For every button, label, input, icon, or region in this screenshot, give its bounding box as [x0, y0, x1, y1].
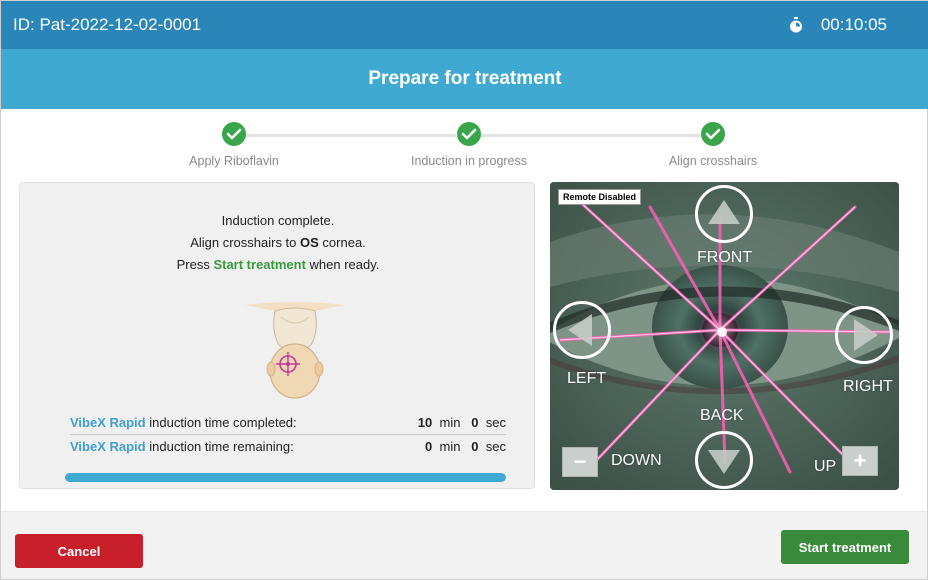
start-treatment-button[interactable]: Start treatment [781, 530, 909, 564]
action-footer: Cancel Start treatment [1, 511, 927, 579]
minus-icon: − [573, 449, 587, 474]
brand-name: VibeX Rapid [70, 415, 146, 430]
progress-fill [65, 473, 506, 482]
title-bar: Prepare for treatment [1, 49, 928, 109]
instruction-line: Induction complete. [221, 213, 335, 228]
eye-designation: OS [300, 235, 319, 250]
check-icon [222, 122, 246, 146]
eye-camera-view: Remote Disabled FRONT LEFT RIGHT BACK − … [550, 182, 899, 490]
patient-head-diagram [245, 301, 345, 401]
left-label: LEFT [567, 370, 607, 387]
step-label: Induction in progress [410, 154, 528, 168]
instruction-line: Align crosshairs to OS cornea. [190, 235, 366, 250]
front-button[interactable] [695, 185, 753, 243]
instruction-line: Press Start treatment when ready. [176, 257, 380, 272]
elapsed-timer: 00:10:05 [820, 15, 887, 34]
check-icon [701, 122, 725, 146]
remote-status-badge: Remote Disabled [558, 189, 642, 205]
instruction-text: Induction complete. Align crosshairs to … [20, 210, 536, 276]
right-label: RIGHT [843, 378, 893, 395]
plus-icon: + [853, 448, 867, 473]
left-button[interactable] [553, 301, 611, 359]
down-button[interactable]: − [562, 447, 598, 477]
check-icon [457, 122, 481, 146]
top-bar: ID: Pat-2022-12-02-0001 00:10:05 [1, 1, 928, 49]
induction-completed-row: VibeX Rapid induction time completed: 10… [70, 411, 506, 435]
right-button[interactable] [835, 306, 893, 364]
completed-time-value: 10 min 0 sec [417, 415, 506, 430]
progress-stepper: Apply Riboflavin Induction in progress A… [1, 119, 928, 175]
arrow-left-icon [568, 314, 592, 346]
page-title: Prepare for treatment [368, 68, 562, 89]
arrow-up-icon [708, 200, 740, 224]
step-label: Apply Riboflavin [189, 154, 279, 168]
arrow-right-icon [854, 319, 878, 351]
back-label: BACK [700, 407, 744, 424]
treatment-screen: ID: Pat-2022-12-02-0001 00:10:05 Prepare… [0, 0, 928, 580]
arrow-down-icon [708, 450, 740, 474]
step-align-crosshairs: Align crosshairs [623, 119, 803, 168]
front-label: FRONT [697, 249, 753, 266]
induction-remaining-row: VibeX Rapid induction time remaining: 0 … [70, 435, 506, 459]
up-button[interactable]: + [842, 446, 878, 476]
instruction-panel: Induction complete. Align crosshairs to … [19, 182, 535, 489]
start-treatment-hint: Start treatment [213, 257, 306, 272]
step-induction: Induction in progress [379, 119, 559, 168]
down-label: DOWN [611, 452, 662, 469]
remaining-time-value: 0 min 0 sec [425, 439, 506, 454]
step-label: Align crosshairs [668, 154, 758, 168]
brand-name: VibeX Rapid [70, 439, 146, 454]
stopwatch-icon [789, 17, 803, 33]
patient-id: ID: Pat-2022-12-02-0001 [13, 15, 202, 34]
back-button[interactable] [695, 431, 753, 489]
step-apply-riboflavin: Apply Riboflavin [144, 119, 324, 168]
induction-progress-bar [65, 473, 506, 482]
up-label: UP [814, 458, 837, 475]
induction-time-table: VibeX Rapid induction time completed: 10… [70, 411, 506, 459]
cancel-button[interactable]: Cancel [15, 534, 143, 568]
